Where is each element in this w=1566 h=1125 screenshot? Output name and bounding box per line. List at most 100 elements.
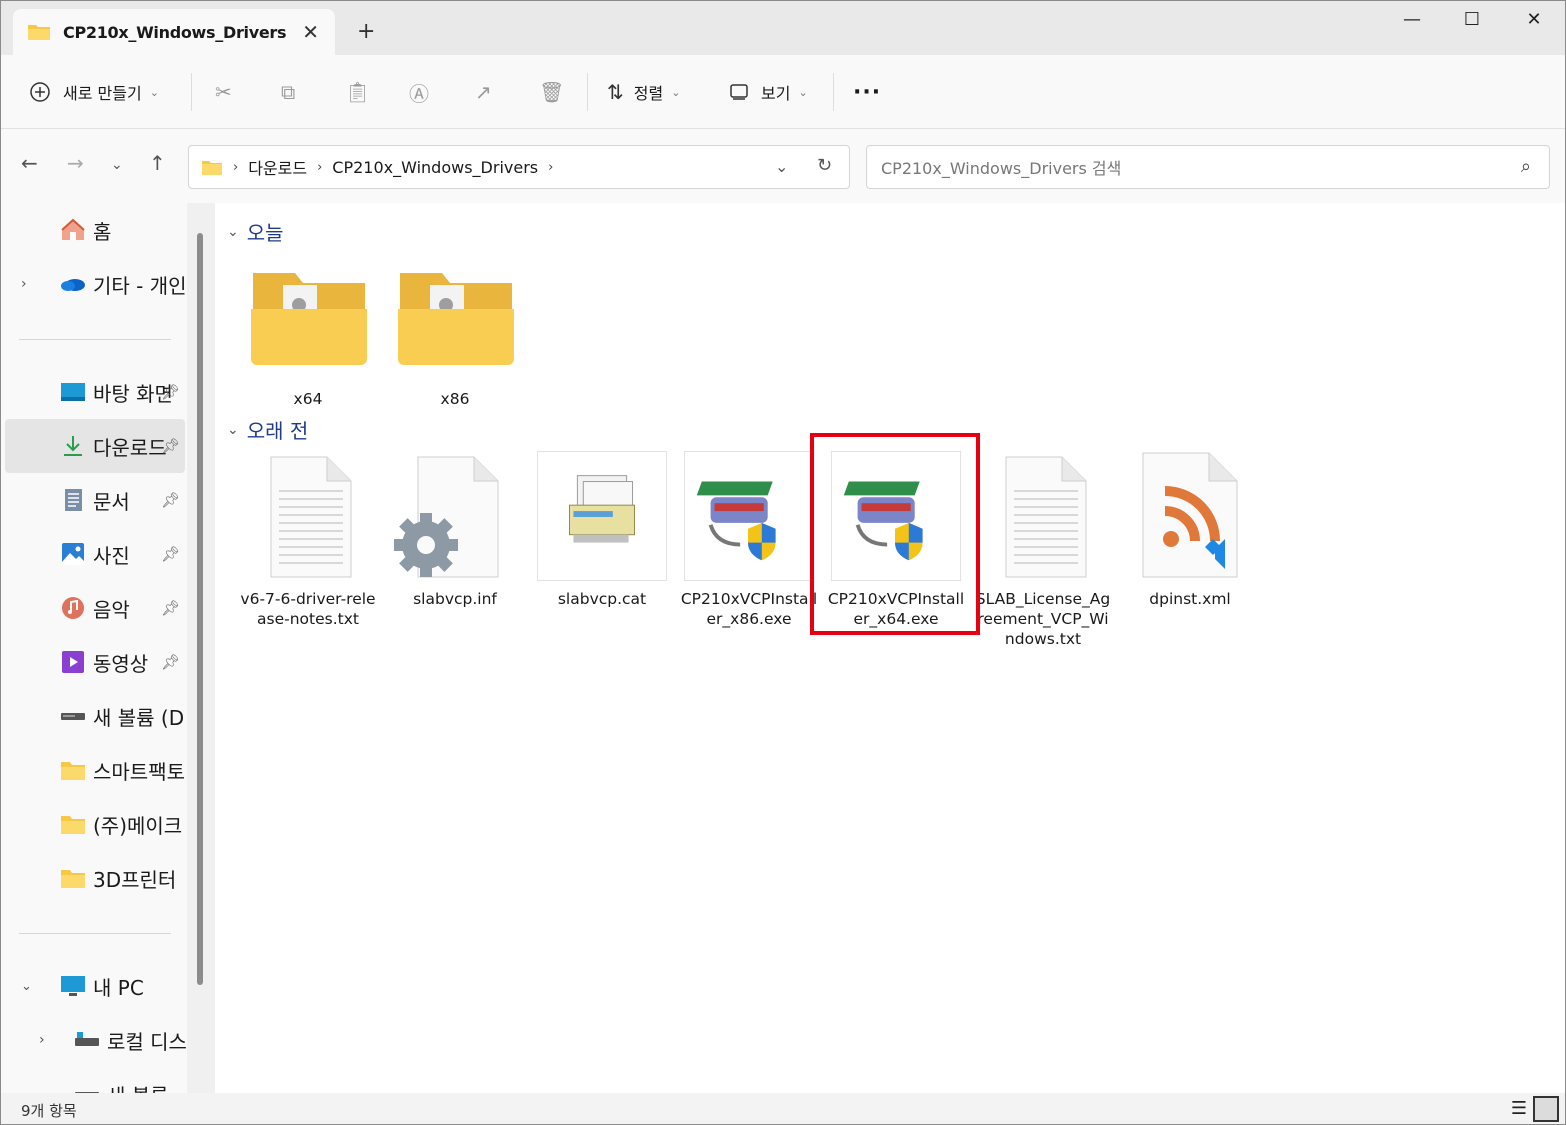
sidebar-scrollbar-thumb[interactable]: [197, 233, 203, 985]
sidebar-item-label: 새 볼륨: [107, 1080, 169, 1094]
breadcrumb-current-folder[interactable]: CP210x_Windows_Drivers: [332, 158, 538, 177]
security-catalog-icon: [537, 451, 667, 581]
search-placeholder: CP210x_Windows_Drivers 검색: [881, 159, 1122, 178]
sidebar-item-volume[interactable]: 새 볼륨: [19, 1067, 199, 1093]
large-icons-view-icon[interactable]: [1533, 1096, 1559, 1122]
breadcrumb-downloads[interactable]: 다운로드: [248, 155, 307, 179]
file-name: v6-7-6-driver-release-notes.txt: [240, 590, 376, 628]
minimize-button[interactable]: —: [1387, 9, 1437, 30]
cloud-icon: [61, 279, 85, 291]
details-view-icon[interactable]: ☰: [1511, 1098, 1527, 1119]
file-item-installer-x86[interactable]: CP210xVCPInstaller_x86.exe: [679, 451, 819, 629]
title-bar: CP210x_Windows_Drivers ✕ + — ☐ ✕: [1, 1, 1565, 55]
new-button[interactable]: 새로 만들기 ⌄: [29, 77, 159, 107]
installer-app-icon: [684, 451, 814, 581]
sidebar-item-make[interactable]: (주)메이크: [5, 797, 185, 851]
folder-icon: [28, 25, 50, 40]
file-name: x64: [293, 390, 323, 408]
sort-icon: ⇅: [607, 80, 624, 104]
breadcrumb-separator-icon: ›: [233, 159, 239, 175]
sidebar-item-volume-d[interactable]: 새 볼륨 (D:): [5, 689, 185, 743]
address-history-chevron-icon[interactable]: ⌄: [775, 157, 788, 176]
file-item-slabvcp-cat[interactable]: slabvcp.cat: [532, 451, 672, 609]
sidebar-item-pictures[interactable]: 사진 📌︎: [5, 527, 185, 581]
recent-locations-chevron-icon[interactable]: ⌄: [111, 157, 123, 173]
folder-icon: [61, 762, 85, 780]
paste-icon[interactable]: 📋︎: [345, 77, 370, 107]
sidebar-item-desktop[interactable]: 바탕 화면 📌︎: [5, 365, 185, 419]
cut-icon[interactable]: ✂: [215, 77, 232, 107]
search-icon[interactable]: ⌕: [1521, 156, 1531, 177]
sidebar-item-label: 내 PC: [93, 975, 144, 1000]
rename-icon[interactable]: Ⓐ: [409, 77, 429, 107]
folder-icon: [61, 870, 85, 888]
file-name: slabvcp.inf: [413, 590, 497, 608]
pin-icon: 📌︎: [161, 599, 181, 617]
refresh-icon[interactable]: ↻: [817, 155, 832, 176]
sidebar-item-downloads[interactable]: 다운로드 📌︎: [5, 419, 185, 473]
sidebar-item-local-disk[interactable]: 로컬 디스크: [19, 1013, 199, 1067]
folder-icon: [202, 161, 222, 175]
up-arrow-icon[interactable]: ↑: [149, 151, 166, 175]
folder-item-x64[interactable]: x64: [238, 263, 378, 409]
sidebar-item-music[interactable]: 음악 📌︎: [5, 581, 185, 635]
folder-item-x86[interactable]: x86: [385, 263, 525, 409]
status-bar: 9개 항목 ☰: [1, 1093, 1565, 1124]
address-bar[interactable]: › 다운로드 › CP210x_Windows_Drivers › ⌄ ↻: [188, 145, 850, 189]
sidebar-item-label: 로컬 디스크: [107, 1029, 199, 1054]
navigation-bar: ← → ⌄ ↑ › 다운로드 › CP210x_Windows_Drivers …: [1, 129, 1565, 203]
view-button[interactable]: 보기 ⌄: [729, 77, 808, 107]
tab-cp210x[interactable]: CP210x_Windows_Drivers ✕: [13, 9, 335, 55]
delete-icon[interactable]: 🗑︎: [539, 77, 564, 107]
group-header-today[interactable]: ⌄ 오늘: [227, 217, 284, 246]
sidebar-item-label: (주)메이크: [93, 813, 183, 838]
toolbar-divider: [833, 73, 834, 111]
drive-icon: [75, 1032, 99, 1046]
sidebar-item-label: 홈: [93, 219, 112, 244]
group-header-earlier[interactable]: ⌄ 오래 전: [227, 415, 308, 444]
back-arrow-icon[interactable]: ←: [21, 151, 38, 175]
sidebar-item-label: 문서: [93, 489, 130, 514]
file-item-release-notes[interactable]: v6-7-6-driver-release-notes.txt: [238, 451, 378, 629]
new-button-label: 새로 만들기: [63, 84, 142, 103]
sidebar-item-home[interactable]: 홈: [5, 203, 185, 257]
chevron-down-icon: ⌄: [798, 85, 808, 99]
chevron-down-icon: ⌄: [227, 223, 239, 240]
sidebar-item-videos[interactable]: 동영상 📌︎: [5, 635, 185, 689]
chevron-down-icon: ⌄: [671, 85, 681, 99]
sidebar-item-3dprinter[interactable]: 3D프린터: [5, 851, 185, 905]
sidebar-item-smartfactory[interactable]: 스마트팩토리: [5, 743, 185, 797]
folder-icon: [61, 816, 85, 834]
settings-file-icon: [394, 456, 499, 578]
toolbar-divider: [191, 73, 192, 111]
share-icon[interactable]: ↗: [475, 77, 492, 107]
computer-icon: [61, 976, 85, 996]
search-box[interactable]: CP210x_Windows_Drivers 검색 ⌕: [866, 145, 1550, 189]
sort-label: 정렬: [633, 84, 664, 103]
close-window-button[interactable]: ✕: [1509, 9, 1559, 30]
sidebar-item-documents[interactable]: 문서 📌︎: [5, 473, 185, 527]
maximize-button[interactable]: ☐: [1447, 9, 1497, 30]
sidebar-item-label: 기타 - 개인: [93, 273, 185, 298]
plus-circle-icon: [30, 82, 50, 102]
forward-arrow-icon[interactable]: →: [67, 151, 84, 175]
more-options-button[interactable]: ···: [853, 77, 881, 107]
sidebar-item-label: 음악: [93, 597, 130, 622]
sidebar-item-onedrive[interactable]: 기타 - 개인: [5, 257, 185, 311]
file-name: CP210xVCPInstaller_x86.exe: [680, 590, 818, 628]
tab-close-icon[interactable]: ✕: [302, 20, 319, 44]
item-count: 9개 항목: [21, 1102, 77, 1120]
pictures-icon: [62, 543, 84, 565]
copy-icon[interactable]: ⧉: [281, 77, 295, 107]
text-file-icon: [1005, 456, 1087, 578]
sidebar-item-label: 스마트팩토리: [93, 759, 185, 784]
sort-button[interactable]: ⇅ 정렬 ⌄: [607, 77, 680, 107]
new-tab-button[interactable]: +: [357, 19, 375, 44]
sidebar-scrollbar[interactable]: [187, 203, 215, 1093]
file-item-license[interactable]: SLAB_License_Agreement_VCP_Windows.txt: [973, 451, 1113, 649]
music-icon: [62, 597, 84, 619]
sidebar-item-this-pc[interactable]: 내 PC: [5, 959, 185, 1013]
file-item-dpinst-xml[interactable]: dpinst.xml: [1120, 451, 1260, 609]
file-explorer-window: CP210x_Windows_Drivers ✕ + — ☐ ✕ 새로 만들기 …: [0, 0, 1566, 1125]
file-item-slabvcp-inf[interactable]: slabvcp.inf: [385, 451, 525, 609]
